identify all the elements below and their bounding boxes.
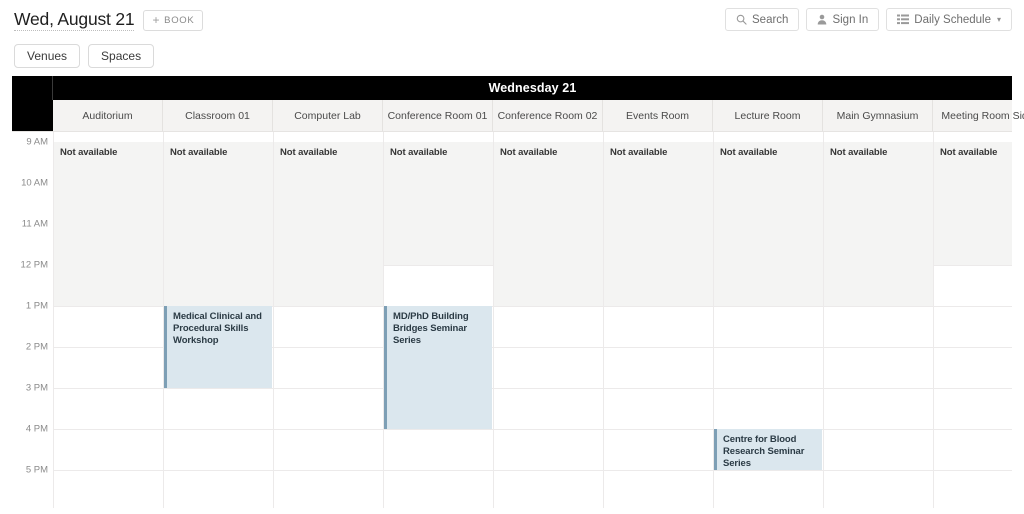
room-header-label: Classroom 01 <box>185 109 250 122</box>
hour-gridline <box>53 429 1012 430</box>
time-axis: 9 AM 10 AM 11 AM 12 PM 1 PM 2 PM 3 PM 4 PM 5 PM <box>12 132 53 508</box>
search-button-label: Search <box>752 13 789 26</box>
time-label-8: 5 PM <box>25 464 48 476</box>
calendar-grid: 9 AM 10 AM 11 AM 12 PM 1 PM 2 PM 3 PM 4 PM 5 PM … <box>12 132 1012 508</box>
room-header-2[interactable]: Computer Lab <box>273 100 383 131</box>
time-label-0: 9 AM <box>26 136 48 148</box>
room-header-label: Main Gymnasium <box>836 109 919 122</box>
unavailable-block: Not available <box>604 142 713 306</box>
room-header-1[interactable]: Classroom 01 <box>163 100 273 131</box>
room-header-7[interactable]: Main Gymnasium <box>823 100 933 131</box>
sign-in-button[interactable]: Sign In <box>806 8 880 31</box>
search-button[interactable]: Search <box>725 8 800 31</box>
time-label-2: 11 AM <box>21 218 48 230</box>
time-label-4: 1 PM <box>25 300 48 312</box>
chevron-down-icon: ▾ <box>996 15 1001 24</box>
day-band-gutter <box>12 76 53 100</box>
unavailable-label: Not available <box>830 147 888 158</box>
event-title: Centre for Blood Research Seminar Series <box>723 434 805 469</box>
unavailable-block: Not available <box>274 142 383 306</box>
book-button[interactable]: + BOOK <box>143 9 204 31</box>
time-label-6: 3 PM <box>25 382 48 394</box>
room-header-0[interactable]: Auditorium <box>53 100 163 131</box>
room-header-3[interactable]: Conference Room 01 <box>383 100 493 131</box>
room-row-gutter <box>12 100 53 131</box>
calendar: Wednesday 21 Auditorium Classroom 01 Compu… <box>0 76 1024 508</box>
room-header-row: Auditorium Classroom 01 Computer Lab Confer… <box>12 100 1024 132</box>
unavailable-label: Not available <box>170 147 228 158</box>
unavailable-block: Not available <box>54 142 163 306</box>
hour-gridline <box>53 388 1012 389</box>
day-header-band: Wednesday 21 <box>12 76 1012 100</box>
plus-icon: + <box>152 12 161 27</box>
unavailable-label: Not available <box>280 147 338 158</box>
view-selector-button[interactable]: Daily Schedule ▾ <box>886 8 1012 31</box>
room-header-label: Computer Lab <box>294 109 361 122</box>
unavailable-block: Not available <box>384 142 493 265</box>
time-label-7: 4 PM <box>25 423 48 435</box>
unavailable-label: Not available <box>60 147 118 158</box>
list-icon <box>897 14 910 25</box>
unavailable-label: Not available <box>500 147 558 158</box>
unavailable-block: Not available <box>934 142 1012 265</box>
filter-bar: Venues Spaces <box>0 40 1024 76</box>
day-header-label: Wednesday 21 <box>488 81 577 95</box>
room-header-8[interactable]: Meeting Room Side <box>933 100 1024 131</box>
view-selector-label: Daily Schedule <box>914 13 991 26</box>
filter-venues-button[interactable]: Venues <box>14 44 81 68</box>
unavailable-block: Not available <box>494 142 603 306</box>
room-header-5[interactable]: Events Room <box>603 100 713 131</box>
room-header-6[interactable]: Lecture Room <box>713 100 823 131</box>
top-bar-actions: Search Sign In Daily Schedule ▾ <box>725 8 1012 31</box>
page-title[interactable]: Wed, August 21 <box>14 9 135 31</box>
search-icon <box>736 14 747 25</box>
event-block[interactable]: Centre for Blood Research Seminar Series <box>714 429 822 470</box>
event-title: MD/PhD Building Bridges Seminar Series <box>393 311 469 346</box>
unavailable-block: Not available <box>164 142 273 306</box>
room-header-label: Conference Room 01 <box>387 109 488 122</box>
time-label-1: 10 AM <box>21 177 48 189</box>
unavailable-label: Not available <box>940 147 998 158</box>
room-header-label: Conference Room 02 <box>497 109 598 122</box>
room-header-label: Events Room <box>625 109 690 122</box>
room-header-4[interactable]: Conference Room 02 <box>493 100 603 131</box>
event-block[interactable]: MD/PhD Building Bridges Seminar Series <box>384 306 492 429</box>
event-title: Medical Clinical and Procedural Skills W… <box>173 311 262 346</box>
room-header-label: Meeting Room Side <box>941 109 1024 122</box>
sign-in-button-label: Sign In <box>832 13 869 26</box>
room-header-label: Lecture Room <box>734 109 801 122</box>
person-icon <box>817 14 827 25</box>
room-header-label: Auditorium <box>82 109 133 122</box>
unavailable-label: Not available <box>720 147 778 158</box>
book-button-label: BOOK <box>164 14 195 26</box>
unavailable-block: Not available <box>714 142 823 306</box>
filter-spaces-button[interactable]: Spaces <box>88 44 155 68</box>
time-label-5: 2 PM <box>25 341 48 353</box>
schedule-area[interactable]: Not available Not available Not available N… <box>53 132 1012 508</box>
event-block[interactable]: Medical Clinical and Procedural Skills W… <box>164 306 272 388</box>
unavailable-label: Not available <box>610 147 668 158</box>
unavailable-label: Not available <box>390 147 448 158</box>
top-bar: Wed, August 21 + BOOK Search Sign In Dai… <box>0 0 1024 40</box>
hour-gridline <box>53 470 1012 471</box>
unavailable-block: Not available <box>824 142 933 306</box>
time-label-3: 12 PM <box>20 259 48 271</box>
